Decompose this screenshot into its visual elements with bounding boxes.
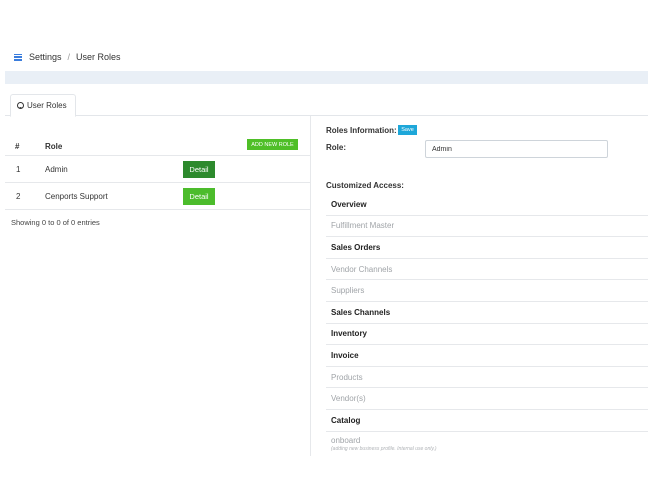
add-new-role-button[interactable]: ADD NEW ROLE [247,139,298,150]
access-section-invoice[interactable]: Invoice [326,345,648,367]
roles-information-title: Roles Information: [326,126,397,135]
access-section-overview[interactable]: Overview [326,194,648,216]
access-section-catalog[interactable]: Catalog [326,410,648,432]
access-section-sales-orders[interactable]: Sales Orders [326,237,648,259]
roles-table-panel: # Role ADD NEW ROLE 1 Admin Detail 2 Cen… [5,116,310,456]
role-label: Role: [326,143,346,152]
table-row: 2 Cenports Support Detail [5,183,310,210]
tab-user-roles-label: User Roles [27,101,67,110]
column-header-role: Role [45,142,63,151]
access-item-onboard[interactable]: onboard (adding new business profile. In… [326,432,648,456]
header-strip [5,71,648,84]
access-section-sales-channels[interactable]: Sales Channels [326,302,648,324]
access-item-products[interactable]: Products [326,367,648,389]
entries-info: Showing 0 to 0 of 0 entries [11,218,100,227]
role-name: Cenports Support [45,192,108,201]
roles-info-panel: Roles Information: Save Role: Customized… [311,116,648,456]
access-item-onboard-note: (adding new business profile. Internal u… [331,445,437,452]
roles-table-header: # Role ADD NEW ROLE [5,138,310,156]
access-item-fulfillment-master[interactable]: Fulfillment Master [326,216,648,238]
tab-user-roles[interactable]: User Roles [10,94,76,117]
access-section-inventory[interactable]: Inventory [326,324,648,346]
access-item-vendor-channels[interactable]: Vendor Channels [326,259,648,281]
breadcrumb-current: User Roles [76,52,121,62]
user-circle-icon [17,102,24,109]
detail-button[interactable]: Detail [183,161,215,178]
access-item-onboard-label: onboard [331,435,361,445]
access-item-vendors[interactable]: Vendor(s) [326,388,648,410]
detail-button[interactable]: Detail [183,188,215,205]
save-button[interactable]: Save [398,125,417,135]
breadcrumb-settings[interactable]: Settings [29,52,62,62]
access-list: Overview Fulfillment Master Sales Orders… [326,194,648,456]
access-item-suppliers[interactable]: Suppliers [326,280,648,302]
row-number: 2 [16,192,21,201]
tab-bar: User Roles [5,92,648,117]
column-header-number: # [15,142,20,151]
role-name: Admin [45,165,68,174]
breadcrumb-separator: / [67,52,71,62]
customized-access-label: Customized Access: [326,181,404,190]
table-row: 1 Admin Detail [5,156,310,183]
role-name-input[interactable] [425,140,608,158]
hamburger-menu-icon[interactable] [14,53,22,61]
breadcrumb-bar: Settings / User Roles [0,48,650,66]
row-number: 1 [16,165,21,174]
